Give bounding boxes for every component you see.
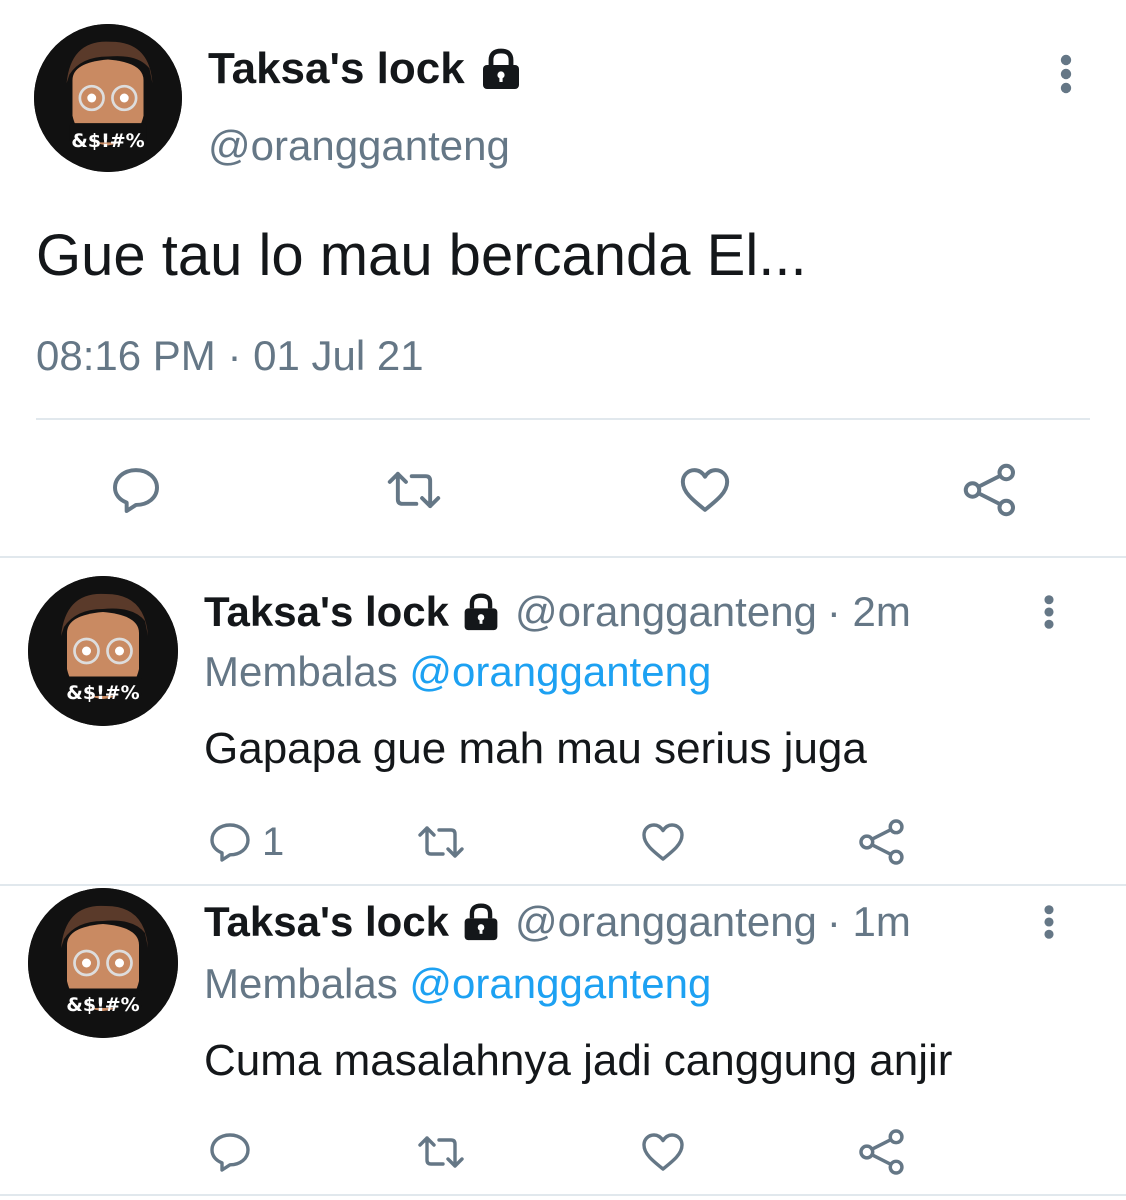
reply-icon	[113, 468, 159, 513]
display-name[interactable]: Taksa's lock	[208, 44, 465, 94]
like-button[interactable]	[638, 818, 688, 866]
tweet-text: Gue tau lo mau bercanda El...	[36, 223, 807, 288]
reply-icon	[210, 1133, 250, 1172]
tweet-text: Cuma masalahnya jadi canggung anjir	[204, 1036, 953, 1085]
divider	[0, 556, 1126, 558]
share-icon	[859, 1129, 904, 1175]
divider	[0, 1194, 1126, 1196]
relative-time: · 2m	[826, 588, 911, 635]
retweet-button[interactable]	[414, 818, 468, 866]
retweet-button[interactable]	[384, 462, 444, 518]
avatar-caption: &$!#%	[66, 994, 140, 1016]
more-options-icon[interactable]	[1058, 52, 1074, 96]
share-icon	[963, 463, 1016, 517]
retweet-button[interactable]	[414, 1128, 468, 1176]
reply-icon	[210, 823, 250, 862]
retweet-icon	[387, 471, 441, 509]
avatar[interactable]: &$!#%	[28, 576, 178, 726]
divider	[36, 418, 1090, 420]
lock-icon	[464, 903, 498, 941]
lock-icon	[464, 593, 498, 631]
display-name[interactable]: Taksa's lock	[204, 588, 449, 636]
handle[interactable]: @orangganteng	[515, 588, 817, 636]
replying-label: Membalas	[204, 648, 398, 695]
handle[interactable]: @orangganteng	[515, 898, 817, 946]
reply-button[interactable]	[108, 462, 164, 518]
handle[interactable]: @orangganteng	[208, 122, 510, 170]
tweet-text: Gapapa gue mah mau serius juga	[204, 724, 867, 773]
avatar-caption: &$!#%	[66, 682, 140, 704]
share-button[interactable]	[960, 460, 1020, 520]
reply-button[interactable]: 1	[206, 818, 284, 866]
avatar-caption: &$!#%	[71, 130, 145, 152]
like-button[interactable]	[638, 1128, 688, 1176]
more-options-icon[interactable]	[1042, 902, 1056, 942]
timestamp[interactable]: 08:16 PM · 01 Jul 21	[36, 332, 424, 380]
retweet-icon	[418, 826, 464, 858]
like-button[interactable]	[676, 462, 734, 518]
retweet-icon	[418, 1136, 464, 1168]
divider	[0, 884, 1126, 886]
like-icon	[642, 823, 684, 861]
like-icon	[642, 1133, 684, 1171]
share-icon	[859, 819, 904, 865]
relative-time: · 1m	[826, 898, 911, 945]
avatar[interactable]: &$!#%	[34, 24, 182, 172]
reply-count: 1	[262, 819, 285, 864]
display-name[interactable]: Taksa's lock	[204, 898, 449, 946]
replying-to-link[interactable]: @orangganteng	[409, 648, 711, 695]
like-icon	[680, 468, 730, 512]
reply-button[interactable]	[206, 1128, 262, 1176]
lock-icon	[482, 48, 519, 89]
replying-to-link[interactable]: @orangganteng	[409, 960, 711, 1007]
share-button[interactable]	[856, 1126, 908, 1178]
share-button[interactable]	[856, 816, 908, 868]
more-options-icon[interactable]	[1042, 592, 1056, 632]
replying-label: Membalas	[204, 960, 398, 1007]
avatar[interactable]: &$!#%	[28, 888, 178, 1038]
